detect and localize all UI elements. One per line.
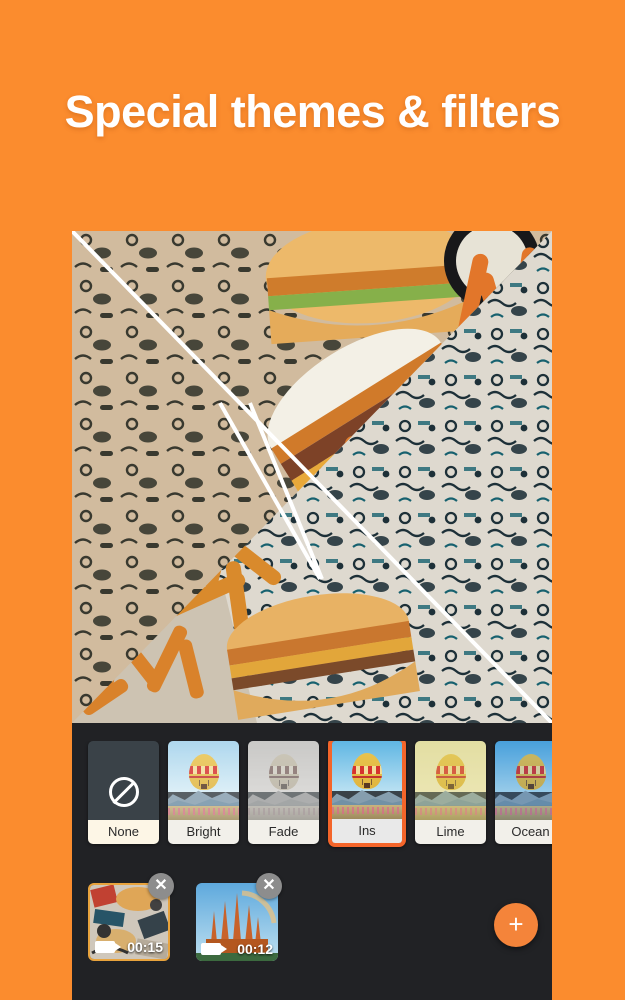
- filter-tile-ins[interactable]: Ins: [328, 741, 406, 847]
- filter-label: Lime: [415, 820, 486, 844]
- filter-label: None: [88, 820, 159, 844]
- balloon-thumbnail: [332, 741, 402, 819]
- filter-thumb-lime: [415, 741, 486, 820]
- filter-label: Ocean: [495, 820, 552, 844]
- video-camera-icon: [201, 943, 227, 955]
- clip-duration: 00:12: [237, 941, 273, 957]
- balloon-thumbnail: [415, 741, 486, 820]
- filter-thumb-bright: [168, 741, 239, 820]
- preview-image: RO Da: [72, 231, 552, 723]
- remove-clip-1-button[interactable]: ✕: [148, 873, 174, 899]
- clip-duration: 00:15: [127, 939, 163, 955]
- clip-timeline: 00:15 ✕ 00:12 ✕ +: [72, 873, 552, 1000]
- filter-thumb-none: [88, 741, 159, 820]
- filter-label: Fade: [248, 820, 319, 844]
- balloon-thumbnail: [168, 741, 239, 820]
- filter-thumb-ocean: [495, 741, 552, 820]
- editor-panel: None Bright Fade Ins Lime Ocean 00:15 ✕ …: [72, 723, 552, 1000]
- filter-tile-fade[interactable]: Fade: [248, 741, 319, 844]
- video-preview[interactable]: RO Da: [72, 231, 552, 723]
- filter-label: Bright: [168, 820, 239, 844]
- balloon-thumbnail: [248, 741, 319, 820]
- filter-tile-bright[interactable]: Bright: [168, 741, 239, 844]
- filter-tile-ocean[interactable]: Ocean: [495, 741, 552, 844]
- page-title: Special themes & filters: [64, 86, 561, 137]
- filter-strip[interactable]: None Bright Fade Ins Lime Ocean: [72, 741, 552, 853]
- filter-label: Ins: [332, 819, 402, 843]
- app-preview-frame: RO Da: [72, 231, 552, 1000]
- filter-tile-none[interactable]: None: [88, 741, 159, 844]
- filter-thumb-ins: [332, 741, 402, 819]
- filter-thumb-fade: [248, 741, 319, 820]
- add-clip-button[interactable]: +: [494, 903, 538, 947]
- video-camera-icon: [95, 941, 121, 953]
- no-filter-icon: [108, 777, 139, 807]
- remove-clip-2-button[interactable]: ✕: [256, 873, 282, 899]
- filter-tile-lime[interactable]: Lime: [415, 741, 486, 844]
- balloon-thumbnail: [495, 741, 552, 820]
